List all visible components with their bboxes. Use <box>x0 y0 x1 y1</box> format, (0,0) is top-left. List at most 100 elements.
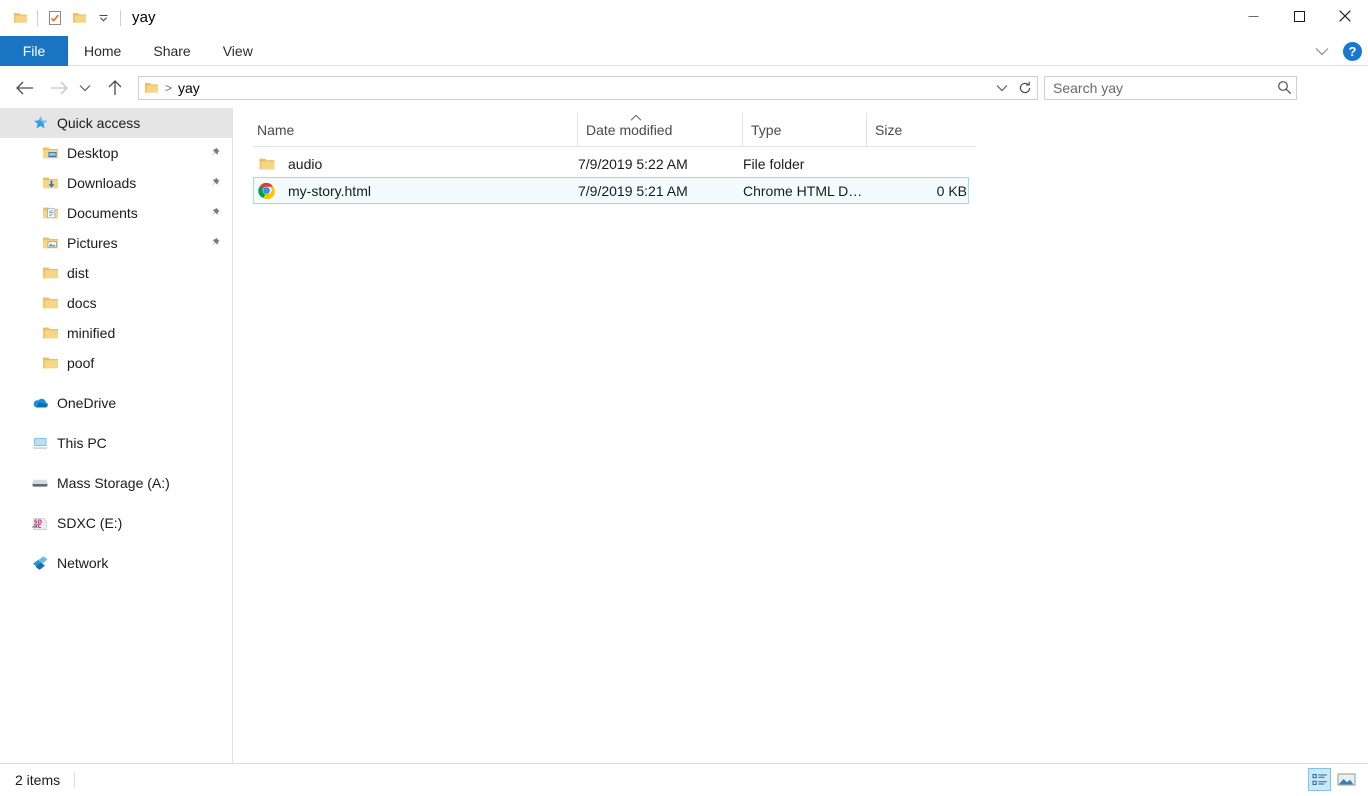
folder-icon <box>257 154 276 173</box>
sidebar-item-desktop[interactable]: Desktop <box>0 138 232 168</box>
sidebar-item-label: Mass Storage (A:) <box>57 475 170 491</box>
quick-access-star-icon <box>31 114 49 132</box>
pin-icon[interactable] <box>207 206 221 220</box>
qat-separator-1 <box>37 10 38 26</box>
ribbon-tabstrip: File Home Share View ? <box>0 36 1368 66</box>
sidebar-item-docs[interactable]: docs <box>0 288 232 318</box>
sidebar-item-label: Documents <box>67 205 138 221</box>
file-rows: audio 7/9/2019 5:22 AM File folder <box>253 150 1353 204</box>
tab-file[interactable]: File <box>0 36 68 66</box>
sidebar-item-label: dist <box>67 265 89 281</box>
file-name-cell: audio <box>254 154 578 173</box>
sidebar-item-onedrive[interactable]: OneDrive <box>0 388 232 418</box>
column-header-date-modified[interactable]: Date modified <box>577 113 742 146</box>
sidebar-item-label: SDXC (E:) <box>57 515 122 531</box>
sidebar-item-label: This PC <box>57 435 107 451</box>
maximize-button[interactable] <box>1276 0 1322 32</box>
sidebar-item-poof[interactable]: poof <box>0 348 232 378</box>
tab-share[interactable]: Share <box>137 36 206 66</box>
column-headers: Name Date modified Type Size <box>253 113 1353 146</box>
pin-icon[interactable] <box>207 146 221 160</box>
column-header-size[interactable]: Size <box>866 113 970 146</box>
documents-folder-icon <box>41 204 59 222</box>
file-type-cell: File folder <box>743 156 867 172</box>
close-button[interactable] <box>1322 0 1368 32</box>
pictures-folder-icon <box>41 234 59 252</box>
quick-access-toolbar <box>0 0 126 36</box>
table-row[interactable]: audio 7/9/2019 5:22 AM File folder <box>253 150 969 177</box>
removable-drive-icon <box>31 474 49 492</box>
svg-text:XC: XC <box>34 524 42 530</box>
search-input[interactable] <box>1045 78 1260 98</box>
sidebar-item-label: OneDrive <box>57 395 116 411</box>
up-button[interactable] <box>100 73 130 103</box>
pin-icon[interactable] <box>207 236 221 250</box>
search-box[interactable] <box>1044 76 1297 100</box>
sidebar-item-minified[interactable]: minified <box>0 318 232 348</box>
tab-view[interactable]: View <box>207 36 269 66</box>
file-size-cell: 0 KB <box>867 183 967 199</box>
sidebar-item-pictures[interactable]: Pictures <box>0 228 232 258</box>
window-title: yay <box>132 0 156 36</box>
sidebar-item-label: Network <box>57 555 108 571</box>
sidebar-item-quick-access[interactable]: Quick access <box>0 108 232 138</box>
large-icons-view-button[interactable] <box>1335 768 1358 791</box>
item-count-label: 2 items <box>15 772 60 788</box>
column-header-name[interactable]: Name <box>253 113 577 146</box>
view-mode-buttons <box>1308 768 1358 791</box>
sidebar-item-mass-storage-a[interactable]: Mass Storage (A:) <box>0 468 232 498</box>
sidebar-item-documents[interactable]: Documents <box>0 198 232 228</box>
properties-icon[interactable] <box>43 6 67 30</box>
sidebar-item-this-pc[interactable]: This PC <box>0 428 232 458</box>
desktop-folder-icon <box>41 144 59 162</box>
search-icon[interactable] <box>1277 77 1292 99</box>
breadcrumb-item-yay[interactable]: yay <box>178 80 200 96</box>
recent-locations-chevron-icon[interactable] <box>74 73 96 103</box>
sidebar-item-label: docs <box>67 295 97 311</box>
sidebar-item-downloads[interactable]: Downloads <box>0 168 232 198</box>
navigation-pane: Quick access Desktop <box>0 108 233 763</box>
table-row[interactable]: my-story.html 7/9/2019 5:21 AM Chrome HT… <box>253 177 969 204</box>
sidebar-item-label: Downloads <box>67 175 136 191</box>
sidebar-item-label: minified <box>67 325 115 341</box>
back-button[interactable] <box>10 73 40 103</box>
sort-ascending-icon <box>627 110 645 120</box>
breadcrumb-separator[interactable]: > <box>161 81 176 95</box>
customize-qat-dropdown-icon[interactable] <box>91 6 115 30</box>
tab-home[interactable]: Home <box>68 36 137 66</box>
sidebar-item-sdxc-e[interactable]: SD XC SDXC (E:) <box>0 508 232 538</box>
sidebar-item-network[interactable]: Network <box>0 548 232 578</box>
status-separator <box>74 772 75 788</box>
new-folder-icon[interactable] <box>67 6 91 30</box>
file-name-label: my-story.html <box>288 183 371 199</box>
breadcrumb: > yay <box>139 80 200 96</box>
sidebar-item-dist[interactable]: dist <box>0 258 232 288</box>
status-bar: 2 items <box>0 763 1368 796</box>
navigation-bar: > yay <box>0 67 1368 108</box>
minimize-button[interactable] <box>1230 0 1276 32</box>
title-bar: yay <box>0 0 1368 36</box>
refresh-icon[interactable] <box>1013 77 1036 99</box>
forward-button <box>44 73 74 103</box>
column-header-type[interactable]: Type <box>742 113 866 146</box>
help-icon[interactable]: ? <box>1343 42 1362 61</box>
ribbon-right-controls: ? <box>1311 36 1362 66</box>
address-history-chevron-icon[interactable] <box>991 77 1013 99</box>
explorer-window-icon <box>8 6 32 30</box>
column-header-divider <box>253 146 976 147</box>
tab-list: File Home Share View <box>0 36 1368 66</box>
file-name-cell: my-story.html <box>254 181 578 200</box>
file-type-cell: Chrome HTML Do... <box>743 183 867 199</box>
window-controls <box>1230 0 1368 32</box>
sidebar-item-label: Quick access <box>57 115 140 131</box>
pin-icon[interactable] <box>207 176 221 190</box>
sidebar-item-label: Pictures <box>67 235 118 251</box>
address-bar[interactable]: > yay <box>138 76 1038 100</box>
sdxc-card-icon: SD XC <box>31 514 49 532</box>
chrome-html-document-icon <box>257 181 276 200</box>
details-view-button[interactable] <box>1308 768 1331 791</box>
chevron-down-icon[interactable] <box>1311 40 1333 62</box>
this-pc-icon <box>31 434 49 452</box>
breadcrumb-folder-icon <box>144 81 159 95</box>
folder-icon <box>41 264 59 282</box>
